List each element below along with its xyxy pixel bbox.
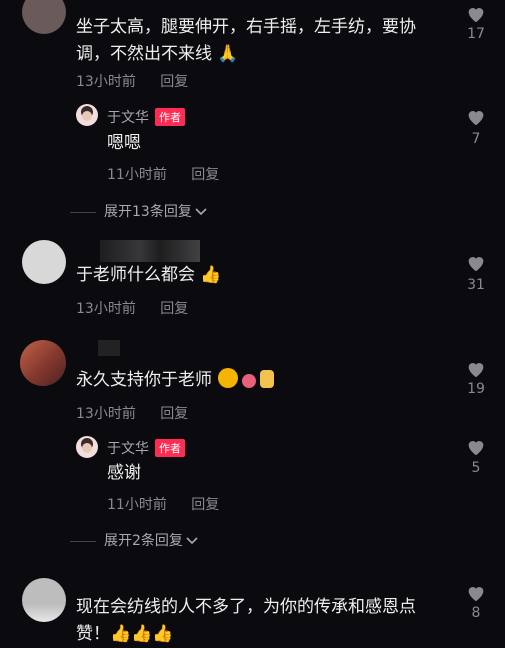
avatar[interactable]: [20, 340, 66, 386]
reply-button[interactable]: 回复: [191, 497, 219, 513]
avatar[interactable]: [22, 578, 66, 622]
chevron-down-icon: [186, 537, 198, 545]
comment-meta: 13小时前 回复: [76, 298, 208, 318]
expand-replies-button[interactable]: 展开13条回复: [70, 201, 207, 221]
expand-divider: [70, 211, 96, 213]
comment-text: 于老师什么都会 👍: [76, 265, 222, 285]
like-count: 5: [471, 460, 481, 476]
comment-time: 13小时前: [76, 406, 136, 422]
rose-icon: [242, 374, 256, 388]
reply-text: 感谢: [107, 463, 141, 483]
expand-divider: [70, 540, 96, 542]
reply-button[interactable]: 回复: [191, 167, 219, 183]
reply-meta: 11小时前 回复: [107, 494, 239, 514]
reply-button[interactable]: 回复: [160, 406, 188, 422]
expand-replies-button[interactable]: 展开2条回复: [70, 530, 198, 550]
finger-heart-icon: [260, 370, 274, 388]
heart-eyes-emoji-icon: [218, 368, 238, 388]
comment-text: 坐子太高，腿要伸开，右手摇，左手纺，要协 调，不然出不来线 🙏: [76, 17, 416, 64]
comment-meta: 13小时前 回复: [76, 71, 208, 91]
comment-time: 13小时前: [76, 301, 136, 317]
heart-icon[interactable]: [465, 436, 487, 458]
heart-icon[interactable]: [465, 582, 487, 604]
avatar[interactable]: [22, 0, 66, 34]
avatar[interactable]: [22, 240, 66, 284]
reply-author: 于文华 作者: [107, 438, 185, 458]
reply-text: 嗯嗯: [107, 133, 141, 153]
reply-button[interactable]: 回复: [160, 301, 188, 317]
username-blurred[interactable]: [100, 240, 200, 262]
author-badge: 作者: [155, 439, 185, 457]
heart-icon[interactable]: [465, 3, 487, 25]
username-blurred[interactable]: [98, 340, 120, 356]
heart-icon[interactable]: [465, 358, 487, 380]
comment-time: 13小时前: [76, 74, 136, 90]
comment-text: 永久支持你于老师: [76, 367, 274, 394]
comment-meta: 13小时前 回复: [76, 403, 208, 423]
reply-meta: 11小时前 回复: [107, 164, 239, 184]
author-badge: 作者: [155, 108, 185, 126]
like-count: 7: [471, 131, 481, 147]
author-avatar[interactable]: [76, 104, 98, 126]
reply-button[interactable]: 回复: [160, 74, 188, 90]
like-count: 31: [467, 277, 485, 293]
reply-time: 11小时前: [107, 497, 167, 513]
reply-author: 于文华 作者: [107, 107, 185, 127]
like-count: 17: [467, 26, 485, 42]
heart-icon[interactable]: [465, 106, 487, 128]
author-avatar[interactable]: [76, 436, 98, 458]
like-count: 8: [471, 605, 481, 621]
chevron-down-icon: [195, 208, 207, 216]
reply-time: 11小时前: [107, 167, 167, 183]
like-count: 19: [467, 381, 485, 397]
heart-icon[interactable]: [465, 252, 487, 274]
